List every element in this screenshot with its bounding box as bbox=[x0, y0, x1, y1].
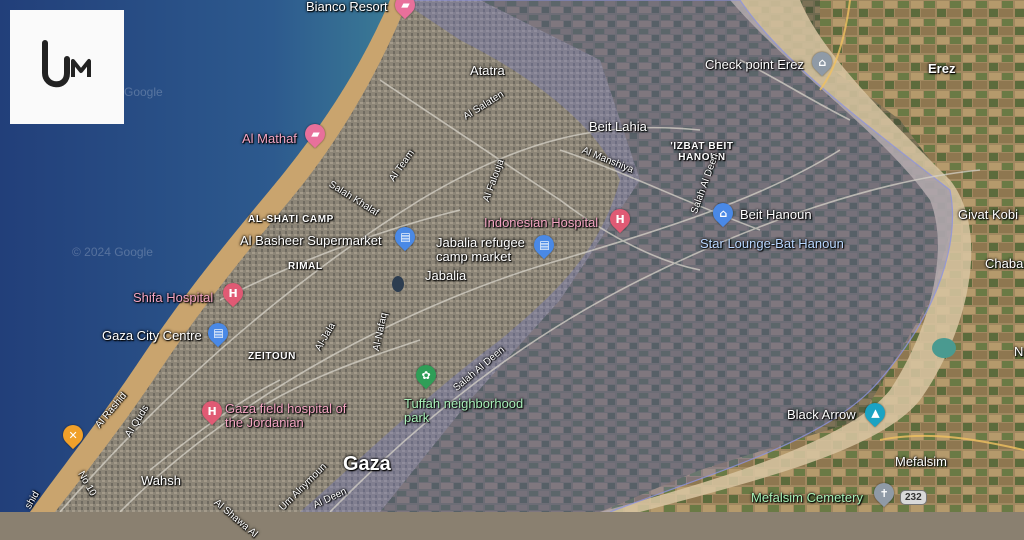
poi-label[interactable]: Tuffah neighborhood park bbox=[404, 397, 534, 424]
poi-label[interactable]: Star Lounge-Bat Hanoun bbox=[700, 237, 844, 250]
place-label[interactable]: Mefalsim bbox=[895, 455, 947, 468]
poi-label[interactable]: Al Mathaf bbox=[242, 132, 297, 145]
place-label[interactable]: Givat Kobi bbox=[958, 208, 1018, 221]
place-label[interactable]: Jabalia bbox=[425, 269, 466, 282]
place-label[interactable]: Beit Lahia bbox=[589, 120, 647, 133]
place-label[interactable]: N bbox=[1014, 345, 1023, 358]
district-label: RIMAL bbox=[288, 261, 323, 272]
route-shield: 232 bbox=[900, 490, 927, 505]
place-label[interactable]: Wahsh bbox=[141, 474, 181, 487]
place-label[interactable]: Chaba bbox=[985, 257, 1023, 270]
place-label[interactable]: Beit Hanoun bbox=[740, 208, 812, 221]
poi-label[interactable]: Shifa Hospital bbox=[133, 291, 213, 304]
poi-label[interactable]: Jabalia refugee camp market bbox=[436, 236, 546, 263]
city-label[interactable]: Gaza bbox=[343, 454, 391, 474]
poi-label[interactable]: Gaza field hospital of the Jordanian bbox=[225, 402, 355, 429]
poi-label[interactable]: Al Basheer Supermarket bbox=[240, 234, 382, 247]
poi-label[interactable]: Mefalsim Cemetery bbox=[751, 491, 863, 504]
um-logo-icon bbox=[42, 40, 91, 88]
district-label: ZEITOUN bbox=[248, 351, 296, 362]
poi-label[interactable]: Gaza City Centre bbox=[102, 329, 202, 342]
poi-label[interactable]: Indonesian Hospital bbox=[484, 216, 598, 229]
poi-label[interactable]: Check point Erez bbox=[705, 58, 804, 71]
place-label[interactable]: Erez bbox=[928, 62, 955, 75]
map-watermark: © 2024 Google bbox=[72, 245, 153, 259]
map-watermark: Google bbox=[124, 85, 163, 99]
place-label[interactable]: Atatra bbox=[470, 64, 505, 77]
place-label[interactable]: Black Arrow bbox=[787, 408, 856, 421]
district-label: 'IZBAT BEIT HANOUN bbox=[670, 141, 734, 163]
place-label[interactable]: Bianco Resort bbox=[306, 0, 388, 13]
district-label: AL-SHATI CAMP bbox=[248, 214, 334, 225]
brand-logo bbox=[10, 10, 124, 124]
